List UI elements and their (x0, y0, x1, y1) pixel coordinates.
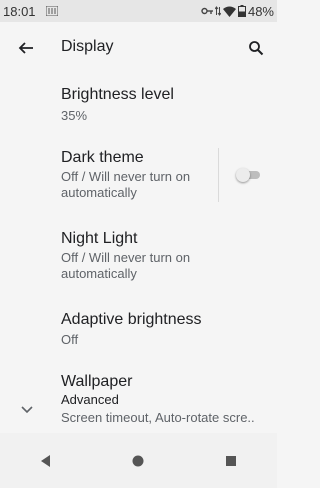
setting-title: Advanced (61, 392, 119, 407)
setting-title: Adaptive brightness (61, 311, 202, 328)
search-icon (249, 41, 264, 56)
status-bar-right: 48% (201, 4, 274, 19)
setting-summary: Off / Will never turn on automatically (61, 169, 191, 200)
search-button[interactable] (243, 35, 269, 61)
app-bar: Display (0, 22, 277, 74)
setting-summary: Screen timeout, Auto-rotate scre.. (61, 410, 255, 425)
chevron-down-icon (21, 406, 33, 414)
recents-square-icon (225, 455, 236, 466)
setting-advanced[interactable]: Advanced Screen timeout, Auto-rotate scr… (0, 388, 277, 433)
nav-recents-button[interactable] (216, 446, 246, 476)
home-circle-icon (132, 455, 144, 466)
status-bar: 18:01 48% (0, 0, 277, 22)
back-triangle-icon (41, 454, 51, 467)
status-time: 18:01 (3, 3, 36, 19)
status-bar-left: 18:01 (3, 4, 58, 19)
setting-summary: 35% (61, 108, 88, 123)
page-title: Display (61, 38, 114, 55)
setting-title: Dark theme (61, 149, 144, 166)
navigation-bar (0, 433, 277, 488)
setting-summary: Off (61, 332, 79, 347)
setting-title: Brightness level (61, 86, 174, 103)
vpn-key-icon (201, 6, 213, 16)
data-arrows-icon (214, 6, 221, 16)
battery-icon (237, 5, 246, 17)
toggle-thumb (236, 168, 250, 182)
setting-title: Night Light (61, 230, 138, 247)
setting-adaptive-brightness[interactable]: Adaptive brightness Off (0, 305, 277, 355)
nav-back-button[interactable] (31, 446, 61, 476)
back-button[interactable] (14, 36, 38, 60)
setting-summary: Off / Will never turn on automatically (61, 250, 191, 281)
nav-home-button[interactable] (123, 446, 153, 476)
setting-brightness-level[interactable]: Brightness level 35% (0, 80, 277, 130)
dark-theme-toggle[interactable] (236, 168, 260, 182)
divider (218, 148, 219, 202)
wifi-icon (222, 6, 236, 17)
setting-night-light[interactable]: Night Light Off / Will never turn on aut… (0, 224, 277, 290)
back-arrow-icon (18, 42, 33, 54)
battery-percent: 48% (247, 3, 274, 19)
sim-notification-icon (45, 6, 58, 16)
